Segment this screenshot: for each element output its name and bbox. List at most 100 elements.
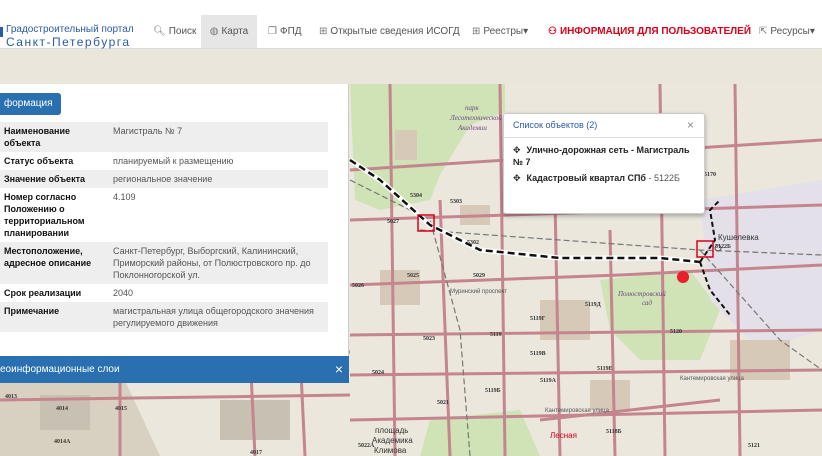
attr-key: Статус объекта [4,156,74,166]
chat-icon: ⚇ [548,26,557,37]
table-row: Номер согласно Положению о территориальн… [0,188,328,242]
nav-search-label: Поиск [168,26,197,37]
brand-line2: Санкт-Петербурга [6,35,131,49]
table-row: Срок реализации 2040 [0,284,328,302]
popup-title: Список объектов (2) [513,120,598,130]
popup-item-road-network[interactable]: ✥ Улично-дорожная сеть - Магистраль № 7 [513,144,698,168]
map-block-5122b: 5122Б [715,244,731,250]
attr-value: Санкт-Петербург, Выборгский, Калининский… [113,246,311,280]
map-label-garden-1: Полюстровский [617,290,666,298]
map-label-lesnaya: Лесная [550,431,577,440]
map-block-5119b: 5119Б [485,388,501,394]
attr-value: магистральная улица общегородского значе… [113,306,314,328]
popup-item-suffix: - 5122Б [646,173,680,183]
map-block-5119e: 5119Е [597,366,613,372]
map-block-5119a: 5119А [540,378,557,384]
map-label-plaza-2: Академика [372,436,413,445]
nav-registries-label: Реестры▾ [483,26,529,37]
map-label-park-1: парк [465,104,480,112]
table-icon: ⊞ [472,26,481,37]
nav-fpd-label: ФПД [279,26,302,37]
map-block-5024: 5024 [372,370,384,376]
geo-layers-label: еоинформационные слои [0,364,120,375]
attr-value: 4.109 [113,192,136,202]
geo-layers-header[interactable]: еоинформационные слои × [0,356,349,383]
attr-key: Значение объекта [4,174,85,184]
map-block-5119: 5119 [490,332,502,338]
attr-value: 2040 [113,288,134,298]
external-link-icon: ⇱ [759,26,768,37]
map-block-5119d: 5119Д [585,302,602,308]
map-label-park-2: Лесотехнической [449,114,502,122]
map-block-5119g: 5119Г [530,316,546,322]
map-block-5121: 5121 [748,443,760,449]
map-label-station: Кушелевка [718,233,759,242]
map-label-plaza-1: площадь [375,426,408,435]
map-block-5304: 5304 [410,193,422,199]
map-label-street1: Муринский проспект [450,288,507,295]
map-block-5023: 5023 [423,336,435,342]
plus-box-icon: ⊞ [319,26,328,37]
map-block-5025: 5025 [407,273,419,279]
book-icon: ❐ [268,26,277,37]
attr-key: Наименование объекта [4,126,71,148]
table-row: Статус объекта планируемый к размещению [0,152,328,170]
info-tab-button[interactable]: формация [0,93,61,115]
object-info-panel: формация Наименование объекта Магистраль… [0,84,349,356]
nav-registries[interactable]: ⊞ Реестры▾ [464,15,536,48]
map-block-4013: 4013 [5,394,17,400]
attr-key: Примечание [4,306,60,316]
map-label-garden-2: сад [642,299,652,307]
map-block-5303: 5303 [450,199,462,205]
top-navbar: Градостроительный портал Санкт-Петербург… [0,0,822,49]
attributes-table: Наименование объекта Магистраль № 7 Стат… [0,122,328,332]
table-row: Примечание магистральная улица общегород… [0,302,328,332]
map-label-street3: Кантемировская улица [680,376,745,382]
map-label-park-3: Академии [457,124,487,132]
attr-value: Магистраль № 7 [113,126,183,136]
map-block-5119v: 5119В [530,351,546,357]
table-row: Местоположение, адресное описание Санкт-… [0,242,328,284]
nav-isogd[interactable]: ⊞ Открытые сведения ИСОГД [311,15,468,48]
nav-search[interactable]: 🔍︎ Поиск [145,15,204,48]
attr-key: Срок реализации [4,288,82,298]
brand-line1: Градостроительный портал [6,24,134,35]
nav-user-info[interactable]: ⚇ ИНФОРМАЦИЯ ДЛЯ ПОЛЬЗОВАТЕЛЕЙ [540,15,759,48]
map-block-4015: 4015 [115,406,127,412]
move-icon: ✥ [513,145,521,155]
map-block-5120: 5120 [670,329,682,335]
nav-map[interactable]: ◍ Карта [201,15,257,48]
attr-key: Номер согласно Положению о территориальн… [4,192,85,238]
map-block-5170: 5170 [704,172,716,178]
popup-divider [504,137,704,138]
map-label-street2: Кантемировская улица [545,408,610,414]
nav-resources[interactable]: ⇱ Ресурсы▾ [751,15,822,48]
nav-map-label: Карта [221,26,249,37]
search-icon: 🔍︎ [153,26,166,37]
nav-resources-label: Ресурсы▾ [770,26,815,37]
attr-value: региональное значение [113,174,213,184]
map-block-5118b: 5118Б [606,429,622,435]
map-block-5027: 5027 [387,219,399,225]
nav-fpd[interactable]: ❐ ФПД [260,15,310,48]
move-icon: ✥ [513,173,521,183]
map-block-5029: 5029 [473,273,485,279]
attr-value: планируемый к размещению [113,156,234,166]
table-row: Значение объекта региональное значение [0,170,328,188]
map-block-4014a: 4014А [54,439,71,445]
close-icon[interactable]: × [335,356,343,383]
objects-list-popup: Список объектов (2) × ✥ Улично-дорожная с… [503,113,705,214]
close-icon[interactable]: × [687,118,694,132]
map-block-5026: 5026 [352,283,364,289]
attr-key: Местоположение, адресное описание [4,246,92,268]
map-label-plaza-3: Климова [374,446,407,455]
nav-user-info-label: ИНФОРМАЦИЯ ДЛЯ ПОЛЬЗОВАТЕЛЕЙ [559,26,752,37]
popup-item-cadastral[interactable]: ✥ Кадастровый квартал СПб - 5122Б [513,172,698,184]
globe-icon: ◍ [209,26,219,37]
popup-item-label: Кадастровый квартал СПб [526,173,646,183]
nav-isogd-label: Открытые сведения ИСОГД [330,26,460,37]
map-block-5021: 5021 [437,400,449,406]
table-row: Наименование объекта Магистраль № 7 [0,122,328,152]
map-block-4017: 4017 [250,450,262,456]
portal-logo[interactable]: Градостроительный портал Санкт-Петербург… [0,24,134,49]
